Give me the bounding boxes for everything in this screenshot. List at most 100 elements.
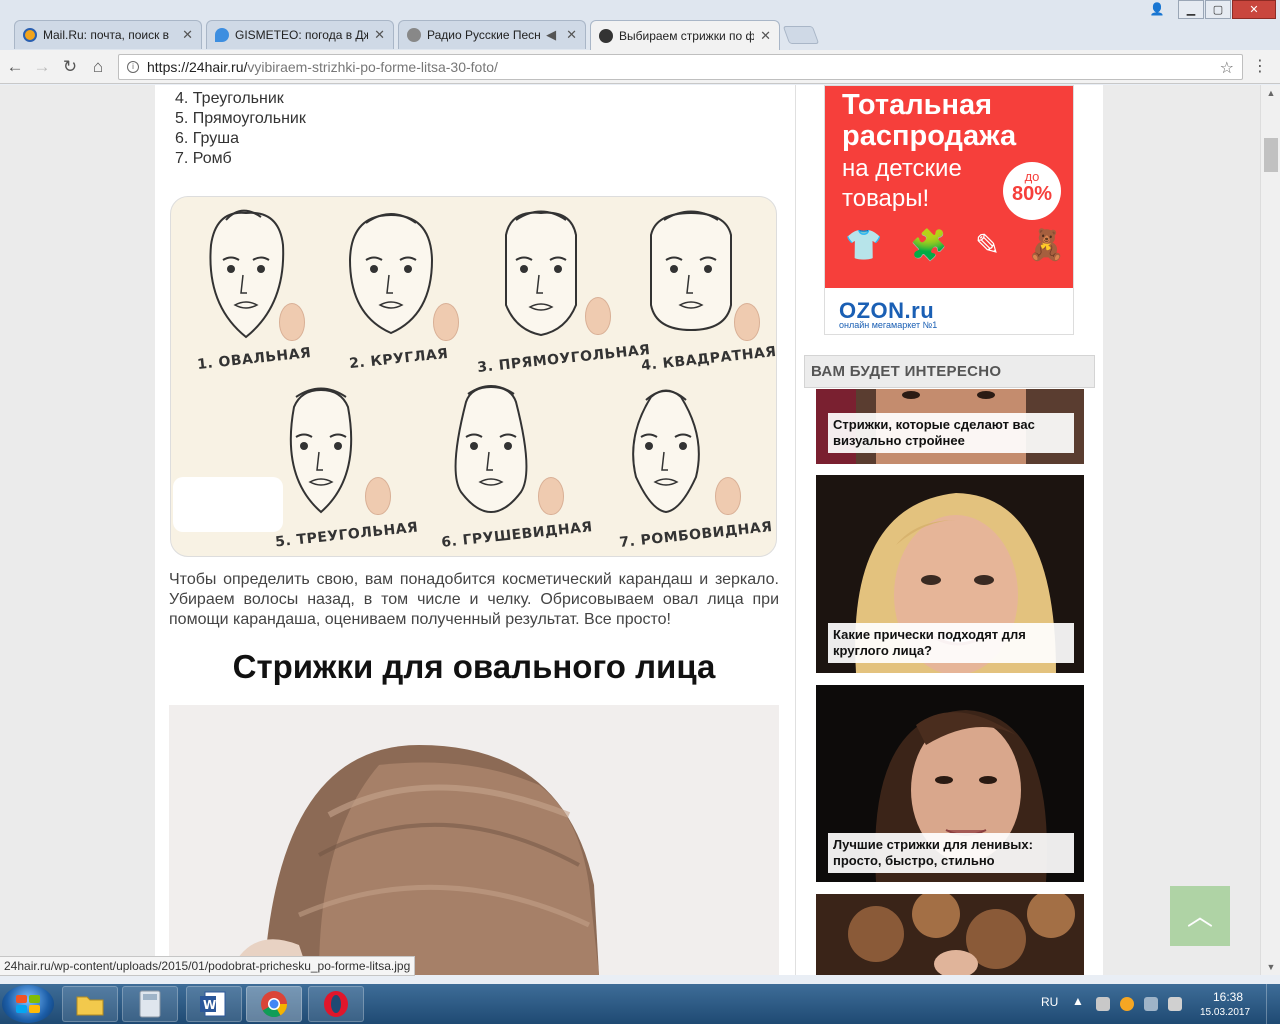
close-tab-icon[interactable]: ✕ [182, 27, 193, 43]
tab-title: GISMETEO: погода в Дж [235, 28, 369, 42]
round-face-drawing [348, 213, 434, 335]
gismeteo-favicon-icon [215, 28, 229, 42]
hair-favicon-icon [599, 28, 613, 43]
scroll-to-top-button[interactable]: ︿ [1170, 886, 1230, 946]
face-label: 1. ОВАЛЬНАЯ [196, 345, 313, 373]
tab-title: Радио Русские Песни [427, 28, 541, 42]
close-window-button[interactable]: ✕ [1232, 0, 1276, 19]
ozon-ad-banner[interactable]: Тотальная распродажа на детские товары! … [824, 85, 1074, 335]
rectangular-face-drawing [505, 210, 577, 337]
browser-toolbar: ← → ↻ ⌂ i https://24hair.ru/vyibiraem-st… [0, 50, 1280, 84]
card-photo [816, 894, 1084, 975]
chrome-taskbar-button[interactable] [246, 986, 302, 1022]
bookmark-star-icon[interactable]: ☆ [1220, 58, 1234, 78]
browser-titlebar: Mail.Ru: почта, поиск в ✕ GISMETEO: пого… [0, 0, 1280, 50]
face-shapes-image[interactable]: 1. ОВАЛЬНАЯ 2. КРУГЛАЯ 3. ПРЯМОУГОЛЬНАЯ … [170, 196, 777, 557]
pencil-icon: ✎ [974, 229, 1001, 262]
article-content: 4. Треугольник 5. Прямоугольник 6. Груша… [155, 85, 795, 975]
calculator-taskbar-button[interactable] [122, 986, 178, 1022]
clothes-icon: 👕 [845, 229, 883, 262]
scrollbar-thumb[interactable] [1264, 138, 1278, 172]
opera-taskbar-button[interactable] [308, 986, 364, 1022]
reload-icon[interactable]: ↻ [60, 57, 80, 77]
url-host: https://24hair.ru/ [147, 59, 248, 75]
new-tab-button[interactable] [782, 26, 820, 44]
pear-face-drawing [454, 385, 528, 514]
browser-menu-icon[interactable]: ⋮ [1252, 57, 1268, 77]
url-path: vyibiraem-strizhki-po-forme-litsa-30-fot… [247, 59, 498, 75]
windows-logo-icon [16, 995, 40, 1013]
list-item: 5. Прямоугольник [175, 110, 306, 127]
folder-icon [76, 996, 104, 1016]
tray-app-icon[interactable] [1120, 997, 1134, 1011]
diamond-face-drawing [632, 389, 700, 514]
discount-badge: до 80% [1003, 162, 1061, 220]
explorer-taskbar-button[interactable] [62, 986, 118, 1022]
show-hidden-icons[interactable]: ▲ [1072, 994, 1084, 1008]
woman-hair-photo [169, 705, 779, 975]
word-taskbar-button[interactable]: W [186, 986, 242, 1022]
article-paragraph: Чтобы определить свою, вам понадобится к… [169, 571, 779, 628]
info-icon[interactable]: i [127, 61, 139, 73]
close-tab-icon[interactable]: ✕ [374, 27, 385, 43]
badge-prefix: до [1024, 169, 1040, 184]
list-item: 7. Ромб [175, 150, 232, 167]
square-face-drawing [650, 210, 732, 332]
calculator-icon [139, 990, 161, 1018]
minimize-button[interactable]: ▁ [1178, 0, 1204, 19]
svg-text:W: W [203, 998, 216, 1012]
close-tab-icon[interactable]: ✕ [760, 28, 771, 44]
maximize-button[interactable]: ▢ [1205, 0, 1231, 19]
tab-mailru[interactable]: Mail.Ru: почта, поиск в ✕ [14, 20, 202, 49]
face-label: 7. РОМБОВИДНАЯ [618, 519, 774, 551]
show-desktop-button[interactable] [1266, 984, 1280, 1024]
face-label: 6. ГРУШЕВИДНАЯ [440, 519, 594, 551]
teddy-bear-icon: 🧸 [1027, 229, 1065, 262]
face-label: 4. КВАДРАТНАЯ [640, 343, 777, 375]
start-button[interactable] [2, 985, 54, 1023]
related-card[interactable]: Какие прически подходят для круглого лиц… [816, 475, 1084, 673]
status-bar-url: 24hair.ru/wp-content/uploads/2015/01/pod… [0, 956, 416, 976]
skin-swatch [585, 297, 611, 335]
face-label: 5. ТРЕУГОЛЬНАЯ [274, 519, 420, 551]
scroll-up-icon[interactable]: ▲ [1261, 85, 1280, 101]
list-item: 6. Груша [175, 130, 240, 147]
opera-icon [324, 991, 348, 1017]
windows-taskbar: W RU ▲ 16:38 15.03.2017 [0, 984, 1280, 1024]
vertical-scrollbar[interactable]: ▲ ▼ [1260, 85, 1280, 975]
blurred-watermark [173, 477, 283, 532]
card-caption: Стрижки, которые сделают вас визуально с… [828, 413, 1074, 453]
oval-face-photo[interactable] [169, 705, 779, 975]
word-icon: W [200, 991, 226, 1017]
scroll-down-icon[interactable]: ▼ [1261, 959, 1280, 975]
tab-title: Выбираем стрижки по ф [619, 28, 755, 43]
action-center-icon[interactable] [1096, 997, 1110, 1011]
skin-swatch [715, 477, 741, 515]
badge-value: 80% [1011, 183, 1053, 205]
related-card[interactable] [816, 894, 1084, 975]
related-card[interactable]: Лучшие стрижки для ленивых: просто, быст… [816, 685, 1084, 882]
clock-time[interactable]: 16:38 [1213, 990, 1243, 1004]
clock-date[interactable]: 15.03.2017 [1200, 1007, 1250, 1018]
page-viewport: 4. Треугольник 5. Прямоугольник 6. Груша… [0, 85, 1260, 975]
close-tab-icon[interactable]: ✕ [566, 27, 577, 43]
address-bar[interactable]: i https://24hair.ru/vyibiraem-strizhki-p… [118, 54, 1243, 80]
face-shape-list: 4. Треугольник 5. Прямоугольник 6. Груша… [175, 89, 306, 169]
network-icon[interactable] [1144, 997, 1158, 1011]
related-block-title: ВАМ БУДЕТ ИНТЕРЕСНО [804, 355, 1095, 388]
user-profile-icon[interactable]: 👤 [1146, 2, 1168, 18]
section-heading: Стрижки для овального лица [232, 648, 716, 685]
list-item: 4. Треугольник [175, 90, 284, 107]
tab-title: Mail.Ru: почта, поиск в [43, 28, 170, 42]
related-card[interactable]: Стрижки, которые сделают вас визуально с… [816, 389, 1084, 464]
tab-active-hair[interactable]: Выбираем стрижки по ф ✕ [590, 20, 780, 50]
home-icon[interactable]: ⌂ [88, 57, 108, 77]
tab-gismeteo[interactable]: GISMETEO: погода в Дж ✕ [206, 20, 394, 49]
language-indicator[interactable]: RU [1041, 995, 1058, 1009]
radio-favicon-icon [407, 28, 421, 42]
volume-icon[interactable] [1168, 997, 1182, 1011]
back-arrow-icon[interactable]: ← [5, 57, 25, 77]
mailru-favicon-icon [23, 28, 37, 42]
forward-arrow-icon[interactable]: → [32, 57, 52, 77]
tab-radio[interactable]: Радио Русские Песни ◀ ✕ [398, 20, 586, 49]
